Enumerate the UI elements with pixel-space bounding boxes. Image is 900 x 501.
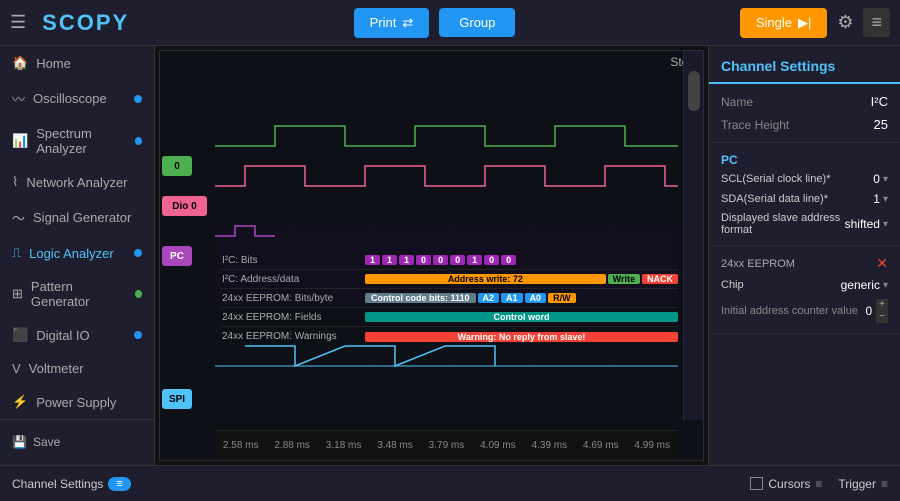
digital-dot — [134, 331, 142, 339]
slave-format-row[interactable]: Displayed slave address format shifted ▾ — [721, 209, 888, 239]
sidebar-item-voltmeter[interactable]: V Voltmeter — [0, 352, 154, 385]
hamburger-icon[interactable]: ☰ — [10, 12, 26, 33]
right-panel: Channel Settings Name I²C Trace Height 2… — [708, 46, 900, 465]
sidebar-footer: 💾 Save 📂 Load ⚙ Preferences ANALOGDEVICE… — [0, 419, 154, 465]
single-button[interactable]: Single ▶| — [740, 8, 828, 38]
oscilloscope-dot — [134, 95, 142, 103]
network-icon: ⌇ — [12, 174, 18, 190]
home-icon: 🏠 — [12, 55, 28, 71]
scl-row[interactable]: SCL(Serial clock line)* 0 ▾ — [721, 169, 888, 189]
signal-icon: 〜 — [12, 208, 25, 227]
decoder-label: 24xx EEPROM — [721, 258, 795, 270]
name-label: Name — [721, 95, 753, 109]
sidebar-item-pattern[interactable]: ⊞ Pattern Generator — [0, 270, 154, 318]
voltmeter-icon: V — [12, 361, 21, 376]
counter-value: 0 — [865, 304, 872, 318]
timeline: 2.58 ms 2.88 ms 3.18 ms 3.48 ms 3.79 ms … — [215, 430, 678, 460]
channel-0-label[interactable]: 0 — [162, 156, 192, 176]
logic-dot — [134, 249, 142, 257]
channel-settings-bottombar-item[interactable]: Channel Settings ≡ — [12, 477, 131, 491]
sidebar-item-spectrum[interactable]: 📊 Spectrum Analyzer — [0, 117, 154, 165]
cursors-label: Cursors — [768, 477, 810, 491]
power-icon: ⚡ — [12, 394, 28, 410]
decode-row-bitsbyte: 24xx EEPROM: Bits/byte Control code bits… — [220, 289, 678, 308]
bottombar: Channel Settings ≡ Cursors ≡ Trigger ≡ — [0, 465, 900, 501]
rp-name-section: Name I²C Trace Height 25 — [709, 84, 900, 143]
pattern-dot — [135, 290, 142, 298]
menu-icon[interactable]: ≡ — [863, 8, 890, 37]
slave-chevron-icon: ▾ — [883, 219, 888, 230]
scope-area[interactable]: Stop 0 Dio 0 PC SPI — [159, 50, 704, 461]
name-value: I²C — [871, 94, 888, 109]
scope-scrollbar[interactable] — [683, 51, 703, 420]
single-icon: ▶| — [798, 15, 811, 31]
rp-pc-section: PC SCL(Serial clock line)* 0 ▾ SDA(Seria… — [709, 143, 900, 246]
sidebar-item-home[interactable]: 🏠 Home — [0, 46, 154, 80]
decode-row-fields: 24xx EEPROM: Fields Control word — [220, 308, 678, 327]
sidebar: 🏠 Home 〰 Oscilloscope 📊 Spectrum Analyze… — [0, 46, 155, 465]
app-logo: SCOPY — [42, 10, 129, 36]
cursors-checkbox[interactable] — [750, 477, 763, 490]
center-panel: Stop 0 Dio 0 PC SPI — [155, 46, 708, 465]
sda-row[interactable]: SDA(Serial data line)* 1 ▾ — [721, 189, 888, 209]
counter-decrement[interactable]: − — [876, 311, 888, 323]
decode-row-bits: I²C: Bits 1 1 1 0 0 0 1 0 0 — [220, 251, 678, 270]
oscilloscope-icon: 〰 — [12, 89, 25, 108]
digital-icon: ⬛ — [12, 327, 28, 343]
scl-chevron-icon: ▾ — [883, 174, 888, 185]
decode-row-warnings: 24xx EEPROM: Warnings Warning: No reply … — [220, 327, 678, 346]
logic-icon: ⎍ — [12, 245, 21, 261]
topbar: ☰ SCOPY Print ⇄ Group Single ▶| ⚙ ≡ — [0, 0, 900, 46]
channel-pc-label[interactable]: PC — [162, 246, 192, 266]
spectrum-icon: 📊 — [12, 133, 28, 149]
counter-row: Initial address counter value 0 + − — [721, 295, 888, 327]
channel-dio0-label[interactable]: Dio 0 — [162, 196, 207, 216]
rp-eeprom-section: 24xx EEPROM ✕ Chip generic ▾ Initial add… — [709, 246, 900, 334]
cursors-bottombar-item[interactable]: Cursors ≡ — [750, 477, 822, 491]
counter-label: Initial address counter value — [721, 305, 858, 317]
load-footer-item[interactable]: 📂 Load — [0, 456, 154, 465]
channel-settings-title: Channel Settings — [709, 46, 900, 84]
channel-settings-badge[interactable]: ≡ — [108, 477, 130, 491]
group-button[interactable]: Group — [439, 8, 515, 37]
channel-settings-label: Channel Settings — [12, 477, 103, 491]
settings-icon[interactable]: ⚙ — [837, 12, 853, 33]
trace-height-value: 25 — [874, 117, 888, 132]
sidebar-item-logic[interactable]: ⎍ Logic Analyzer — [0, 236, 154, 270]
trigger-label: Trigger — [838, 477, 876, 491]
main-layout: 🏠 Home 〰 Oscilloscope 📊 Spectrum Analyze… — [0, 46, 900, 465]
trigger-icon: ≡ — [881, 477, 888, 491]
sidebar-item-digital[interactable]: ⬛ Digital IO — [0, 318, 154, 352]
pattern-icon: ⊞ — [12, 286, 23, 302]
channel-spi-label[interactable]: SPI — [162, 389, 192, 409]
sidebar-item-power[interactable]: ⚡ Power Supply — [0, 385, 154, 419]
trace-height-label: Trace Height — [721, 118, 789, 132]
grid-svg — [215, 51, 678, 420]
rp-section-pc-title: PC — [721, 149, 888, 169]
sda-chevron-icon: ▾ — [883, 194, 888, 205]
cursors-icon: ≡ — [815, 477, 822, 491]
sidebar-item-network[interactable]: ⌇ Network Analyzer — [0, 165, 154, 199]
print-icon: ⇄ — [402, 15, 413, 31]
trigger-bottombar-item[interactable]: Trigger ≡ — [838, 477, 888, 491]
sidebar-item-oscilloscope[interactable]: 〰 Oscilloscope — [0, 80, 154, 117]
delete-decoder-button[interactable]: ✕ — [876, 255, 888, 272]
chip-row[interactable]: Chip generic ▾ — [721, 275, 888, 295]
spectrum-dot — [135, 137, 142, 145]
counter-stepper[interactable]: + − — [876, 299, 888, 323]
sidebar-item-signal[interactable]: 〜 Signal Generator — [0, 199, 154, 236]
chip-chevron-icon: ▾ — [883, 280, 888, 291]
save-footer-item[interactable]: 💾 Save — [0, 428, 154, 456]
decoder-row: 24xx EEPROM ✕ — [721, 252, 888, 275]
decode-row-address: I²C: Address/data Address write: 72 Writ… — [220, 270, 678, 289]
scope-scrollbar-thumb — [688, 71, 700, 111]
print-button[interactable]: Print ⇄ — [354, 8, 430, 38]
save-icon: 💾 — [12, 435, 27, 449]
counter-increment[interactable]: + — [876, 299, 888, 311]
decode-area: I²C: Bits 1 1 1 0 0 0 1 0 0 I²C: — [220, 251, 678, 346]
